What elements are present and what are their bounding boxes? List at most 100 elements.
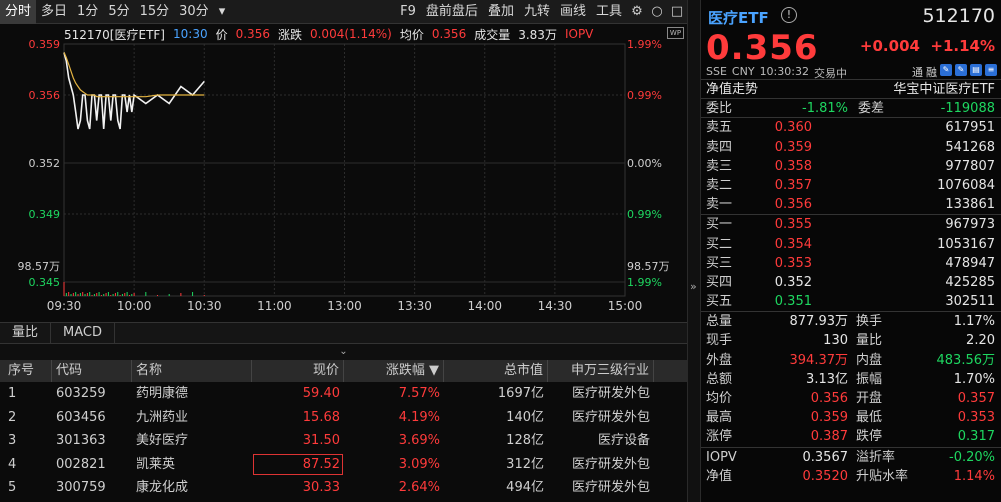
y-tick-label-left: 0.356 bbox=[29, 89, 61, 102]
circle-icon[interactable]: ○ bbox=[647, 0, 667, 24]
asks-level[interactable]: 卖五 0.360 617951 bbox=[701, 118, 1001, 137]
row-market-cap: 494亿 bbox=[506, 480, 544, 496]
edit-icon[interactable]: ✎ bbox=[940, 64, 952, 76]
volume-bar bbox=[168, 294, 170, 296]
quote-stats: 总量 877.93万 换手 1.17% 现手 130 量比 2.20 外盘 394.37万 内盘 48… bbox=[701, 312, 1001, 448]
tab-macd[interactable]: MACD bbox=[51, 323, 115, 343]
collapse-chevron-icon[interactable]: ⌄ bbox=[0, 344, 687, 360]
intraday-chart[interactable]: 0.359 0.356 0.352 0.349 0.345 1.99% 0.99% 0.00%… bbox=[0, 24, 687, 322]
tab-intraday[interactable]: 分时 bbox=[0, 0, 37, 24]
tab-15min[interactable]: 15分 bbox=[135, 0, 175, 24]
square-icon[interactable]: □ bbox=[667, 0, 687, 24]
volume-bar bbox=[180, 293, 182, 296]
col-price[interactable]: 现价 bbox=[252, 360, 344, 382]
bids-level[interactable]: 买一 0.355 967973 bbox=[701, 215, 1001, 234]
col-market-cap[interactable]: 总市值 bbox=[444, 360, 548, 382]
bids-level[interactable]: 买五 0.351 302511 bbox=[701, 292, 1001, 311]
change-percent: +1.14% bbox=[930, 37, 995, 55]
nav-trend-label[interactable]: 净值走势 bbox=[706, 80, 758, 98]
col-name[interactable]: 名称 bbox=[132, 360, 252, 382]
col-change-pct[interactable]: 涨跌幅 ▼ bbox=[344, 360, 444, 382]
col-index[interactable]: 序号 bbox=[0, 360, 52, 382]
x-tick-label: 13:00 bbox=[327, 299, 362, 313]
y-tick-label-right: 0.00% bbox=[627, 157, 662, 170]
volume-bar bbox=[112, 294, 114, 296]
volume-axis-label-right: 98.57万 bbox=[627, 260, 670, 273]
volume-bar bbox=[203, 295, 205, 296]
bids-level[interactable]: 买二 0.354 1053167 bbox=[701, 235, 1001, 254]
stats-cell: 换手 bbox=[856, 314, 883, 330]
bids-level[interactable]: 买三 0.353 478947 bbox=[701, 254, 1001, 273]
menu-icon[interactable]: ≡ bbox=[985, 64, 997, 76]
constituents-table: 序号 代码 名称 现价 涨跌幅 ▼ 总市值 申万三级行业 1 603259 药明康德… bbox=[0, 360, 687, 502]
volume-label: 成交量 bbox=[474, 27, 511, 42]
wp-badge[interactable]: WP bbox=[667, 27, 684, 39]
volume-bar bbox=[75, 292, 77, 296]
stats-cell: 振幅 bbox=[856, 371, 883, 387]
draw-line-button[interactable]: 画线 bbox=[555, 0, 591, 24]
tools-button[interactable]: 工具 bbox=[591, 0, 627, 24]
chart-icon[interactable]: ▤ bbox=[970, 64, 982, 76]
y-tick-label-right: 1.99% bbox=[627, 276, 662, 289]
bids-level-volume: 967973 bbox=[945, 217, 995, 233]
asks-level-price: 0.359 bbox=[774, 139, 812, 155]
trading-status: 交易中 bbox=[813, 67, 847, 80]
iopv-cell: 净值 bbox=[706, 468, 733, 484]
asks-level[interactable]: 卖四 0.359 541268 bbox=[701, 138, 1001, 157]
table-row[interactable]: 5 300759 康龙化成 30.33 2.64% 494亿 医疗研发外包 bbox=[0, 476, 687, 500]
bids-level[interactable]: 买四 0.352 425285 bbox=[701, 273, 1001, 292]
nav-row[interactable]: 净值走势 华宝中证医疗ETF bbox=[701, 80, 1001, 100]
bids-level-price: 0.355 bbox=[774, 217, 812, 233]
row-market-cap: 140亿 bbox=[506, 409, 544, 425]
f9-button[interactable]: F9 bbox=[395, 0, 421, 24]
table-row[interactable]: 1 603259 药明康德 59.40 7.57% 1697亿 医疗研发外包 bbox=[0, 382, 687, 406]
gear-icon[interactable]: ⚙ bbox=[627, 0, 647, 24]
pen-icon[interactable]: ✎ bbox=[955, 64, 967, 76]
row-change-pct: 3.69% bbox=[398, 433, 440, 449]
tab-multiday[interactable]: 多日 bbox=[36, 0, 72, 24]
stats-cells: 涨停 0.387 跌停 0.317 bbox=[706, 427, 995, 446]
row-industry: 医疗设备 bbox=[597, 433, 650, 449]
table-row[interactable]: 3 301363 美好医疗 31.50 3.69% 128亿 医疗设备 bbox=[0, 429, 687, 453]
bids-level-label: 买五 bbox=[706, 294, 733, 310]
stats-cell: 0.353 bbox=[957, 410, 995, 426]
nine-turn-button[interactable]: 九转 bbox=[519, 0, 555, 24]
security-name[interactable]: 医疗ETF bbox=[708, 7, 769, 28]
stats-row: 总量 877.93万 换手 1.17% bbox=[701, 312, 1001, 331]
row-name: 康龙化成 bbox=[136, 480, 189, 496]
stats-cells: 总额 3.13亿 振幅 1.70% bbox=[706, 370, 995, 389]
table-row[interactable]: 4 002821 凯莱英 87.52 3.09% 312亿 医疗研发外包 bbox=[0, 453, 687, 477]
period-dropdown[interactable]: ▾ bbox=[214, 0, 231, 24]
stats-cell: 量比 bbox=[856, 333, 883, 349]
stats-cells: 现手 130 量比 2.20 bbox=[706, 331, 995, 350]
info-icon[interactable]: ! bbox=[781, 7, 797, 23]
wc-value: -119088 bbox=[940, 101, 995, 117]
avg-value: 0.356 bbox=[431, 27, 467, 41]
premarket-button[interactable]: 盘前盘后 bbox=[421, 0, 483, 24]
col-industry[interactable]: 申万三级行业 bbox=[548, 360, 654, 382]
col-code[interactable]: 代码 bbox=[52, 360, 132, 382]
iopv-cells: 净值 0.3520 升贴水率 1.14% bbox=[706, 467, 995, 486]
expand-arrow-icon[interactable]: » bbox=[690, 280, 697, 293]
chart-canvas: 0.359 0.356 0.352 0.349 0.345 1.99% 0.99% 0.00%… bbox=[18, 38, 670, 313]
asks-level-price: 0.357 bbox=[774, 177, 812, 193]
volume-bar bbox=[117, 292, 119, 296]
iopv-cell: 溢折率 bbox=[856, 449, 896, 465]
volume-bar bbox=[65, 293, 67, 296]
asks-level[interactable]: 卖二 0.357 1076084 bbox=[701, 176, 1001, 195]
asks-level[interactable]: 卖一 0.356 133861 bbox=[701, 195, 1001, 214]
tab-volume-ratio[interactable]: 量比 bbox=[0, 323, 52, 343]
overlay-button[interactable]: 叠加 bbox=[483, 0, 519, 24]
iopv-stats: IOPV 0.3567 溢折率 -0.20% 净值 0.3520 升贴水率 1.14% bbox=[701, 448, 1001, 486]
iopv-cell: 1.14% bbox=[953, 468, 995, 484]
tab-1min[interactable]: 1分 bbox=[72, 0, 103, 24]
tab-30min[interactable]: 30分 bbox=[174, 0, 214, 24]
asks-level-label: 卖五 bbox=[706, 120, 733, 136]
x-tick-label: 10:00 bbox=[117, 299, 152, 313]
tab-5min[interactable]: 5分 bbox=[103, 0, 134, 24]
price-label: 价 bbox=[215, 27, 228, 42]
wb-value: -1.81% bbox=[802, 101, 848, 117]
table-row[interactable]: 2 603456 九洲药业 15.68 4.19% 140亿 医疗研发外包 bbox=[0, 406, 687, 430]
panel-splitter[interactable]: » bbox=[687, 0, 701, 502]
asks-level[interactable]: 卖三 0.358 977807 bbox=[701, 157, 1001, 176]
